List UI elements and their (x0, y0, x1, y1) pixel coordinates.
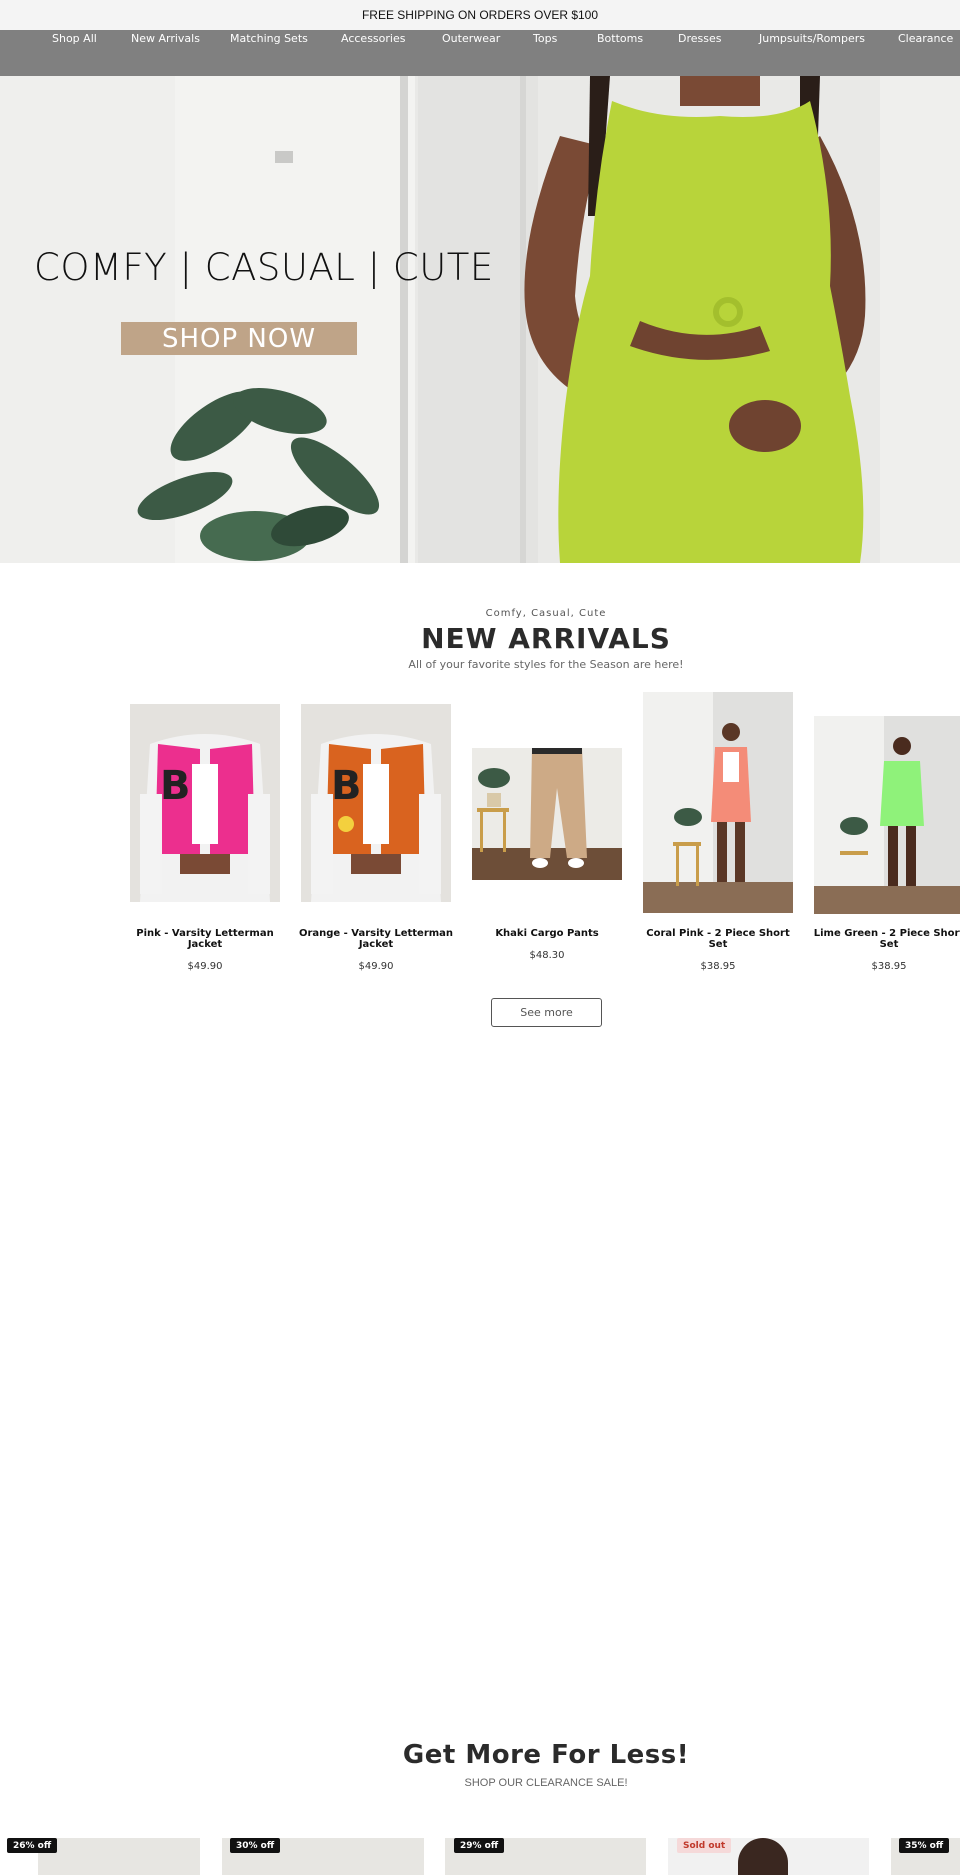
announcement-text: FREE SHIPPING ON ORDERS OVER $100 (361, 8, 599, 22)
product-image[interactable] (38, 1838, 200, 1875)
product-name[interactable]: Lime Green - 2 Piece Short Set (808, 928, 960, 950)
product-name[interactable]: Pink - Varsity Letterman Jacket (124, 928, 286, 950)
sold-out-badge: Sold out (677, 1838, 732, 1853)
nav-clearance[interactable]: Clearance (898, 32, 953, 45)
product-price: $48.30 (529, 950, 565, 961)
product-price: $38.95 (700, 961, 736, 972)
new-arrivals-eyebrow: Comfy, Casual, Cute (485, 608, 607, 619)
nav-outerwear[interactable]: Outerwear (442, 32, 500, 45)
hero-headline: COMFY | CASUAL | CUTE (34, 246, 494, 289)
new-arrivals-title: NEW ARRIVALS (421, 622, 671, 655)
product-image[interactable] (643, 692, 793, 913)
product-image[interactable]: B (130, 704, 280, 902)
product-name[interactable]: Orange - Varsity Letterman Jacket (295, 928, 457, 950)
discount-badge: 26% off (7, 1838, 58, 1853)
product-image[interactable]: B (301, 704, 451, 902)
nav-accessories[interactable]: Accessories (341, 32, 405, 45)
shop-now-button[interactable]: SHOP NOW (121, 322, 357, 355)
product-price: $38.95 (871, 961, 907, 972)
product-image[interactable] (472, 748, 622, 880)
clearance-subtitle: SHOP OUR CLEARANCE SALE! (464, 1777, 628, 1789)
nav-new-arrivals[interactable]: New Arrivals (131, 32, 200, 45)
clearance-product-card[interactable]: 26% off (0, 1838, 200, 1875)
nav-dresses[interactable]: Dresses (678, 32, 721, 45)
product-price: $49.90 (358, 961, 394, 972)
new-arrivals-subtitle: All of your favorite styles for the Seas… (408, 658, 684, 671)
see-more-button[interactable]: See more (491, 998, 602, 1027)
clearance-product-card[interactable]: Sold out (668, 1838, 869, 1875)
product-image[interactable] (814, 716, 960, 914)
clearance-product-card[interactable]: 35% off (891, 1838, 960, 1875)
product-name[interactable]: Khaki Cargo Pants (466, 928, 628, 939)
main-nav: Shop All New Arrivals Matching Sets Acce… (0, 30, 960, 76)
clearance-title: Get More For Less! (402, 1740, 690, 1770)
nav-bottoms[interactable]: Bottoms (597, 32, 643, 45)
product-price: $49.90 (187, 961, 223, 972)
hero-image (0, 76, 960, 563)
discount-badge: 29% off (454, 1838, 505, 1853)
announcement-bar: FREE SHIPPING ON ORDERS OVER $100 (0, 0, 960, 30)
nav-matching-sets[interactable]: Matching Sets (230, 32, 308, 45)
nav-jumpsuits-rompers[interactable]: Jumpsuits/Rompers (759, 32, 865, 45)
clearance-product-card[interactable]: 30% off (222, 1838, 424, 1875)
discount-badge: 35% off (899, 1838, 950, 1853)
discount-badge: 30% off (230, 1838, 281, 1853)
nav-tops[interactable]: Tops (533, 32, 557, 45)
product-name[interactable]: Coral Pink - 2 Piece Short Set (637, 928, 799, 950)
clearance-product-card[interactable]: 29% off (445, 1838, 646, 1875)
svg-text:B: B (160, 763, 191, 809)
svg-text:B: B (331, 763, 362, 809)
hero-banner: COMFY | CASUAL | CUTE SHOP NOW (0, 76, 960, 563)
nav-shop-all[interactable]: Shop All (52, 32, 97, 45)
